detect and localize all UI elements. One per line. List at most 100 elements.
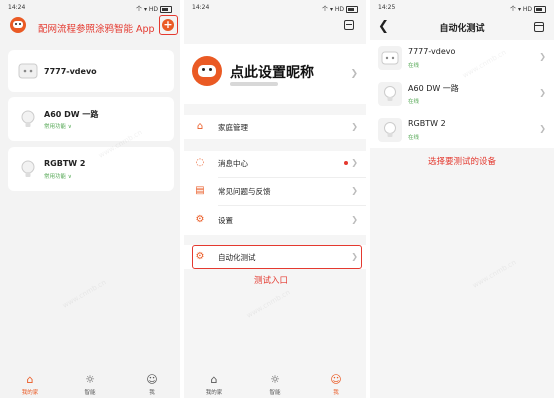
status-time: 14:25 [378, 4, 396, 11]
status-bar: 14:24 个 ▾ HD [184, 0, 366, 14]
menu-label: 家庭管理 [218, 123, 248, 132]
socket-icon [18, 63, 38, 79]
device-name: A60 DW 一路 [44, 110, 99, 119]
socket-icon [378, 46, 402, 70]
status-indicators: 个 ▾ HD [510, 4, 546, 13]
menu-group: ⌂ 家庭管理 ❯ [184, 115, 366, 139]
bulb-icon [378, 118, 402, 142]
menu-item-message-center[interactable]: ◌ 消息中心 ❯ [184, 151, 366, 175]
device-name: 7777-vdevo [408, 47, 456, 56]
device-status: 在线 [408, 63, 420, 69]
annotation-network-config: 配网流程参照涂鸦智能 App [38, 24, 155, 35]
annotation-test-entry: 测试入口 [254, 276, 289, 286]
menu-item-settings[interactable]: ⚙ 设置 ❯ [184, 208, 366, 232]
divider [218, 177, 366, 178]
unread-dot [344, 161, 348, 165]
watermark: www.cnmb.cn [245, 288, 292, 320]
add-device-highlight: + [159, 15, 178, 35]
battery-icon [534, 6, 546, 13]
chevron-right-icon: ❯ [351, 122, 358, 131]
watermark: www.cnmb.cn [61, 278, 108, 310]
page-title: 自动化测试 [439, 24, 485, 34]
battery-icon [346, 6, 358, 13]
user-icon: ☺ [146, 373, 158, 386]
tab-smart[interactable]: ☼ 智能 [255, 373, 295, 397]
device-list: 7777-vdevo 在线 ❯ A60 DW 一路 在线 ❯ RGBTW 2 在… [370, 40, 554, 148]
battery-icon [160, 6, 172, 13]
status-indicators: 个 ▾ HD [322, 4, 358, 13]
avatar[interactable] [192, 56, 222, 86]
tab-me[interactable]: ☺ 我 [316, 373, 356, 397]
menu-label: 常见问题与反馈 [218, 187, 271, 196]
status-bar: 14:24 个 ▾ HD [0, 0, 180, 14]
device-name: RGBTW 2 [44, 159, 86, 168]
status-signal: 个 ▾ HD [322, 6, 344, 13]
list-item[interactable]: A60 DW 一路 在线 ❯ [370, 76, 554, 112]
menu-item-faq-feedback[interactable]: ▤ 常见问题与反馈 ❯ [184, 179, 366, 203]
chevron-right-icon: ❯ [351, 215, 358, 224]
scan-icon[interactable] [344, 20, 354, 30]
status-signal: 个 ▾ HD [136, 6, 158, 13]
device-card[interactable]: RGBTW 2 常用功能 ∨ [8, 147, 174, 191]
app-logo-icon [10, 17, 26, 33]
chevron-right-icon: ❯ [539, 52, 546, 61]
tab-bar: ⌂ 我的家 ☼ 智能 ☺ 我 [0, 370, 180, 398]
device-name: RGBTW 2 [408, 119, 446, 128]
status-bar: 14:25 个 ▾ HD [370, 0, 554, 14]
user-icon: ☺ [330, 373, 342, 386]
status-indicators: 个 ▾ HD [136, 4, 172, 13]
profile-screen: 14:24 个 ▾ HD 点此设置昵称 ❯ ⌂ 家庭管理 ❯ ◌ 消息中心 ❯ … [184, 0, 366, 398]
tab-home[interactable]: ⌂ 我的家 [10, 373, 50, 397]
watermark: www.cnmb.cn [471, 258, 518, 290]
divider [218, 205, 366, 206]
device-card[interactable]: 7777-vdevo [8, 50, 174, 92]
nav-bar: ❮ 自动化测试 [370, 14, 554, 42]
device-name: A60 DW 一路 [408, 84, 459, 93]
menu-label: 设置 [218, 216, 233, 225]
list-item[interactable]: 7777-vdevo 在线 ❯ [370, 40, 554, 76]
account-info-blurred [230, 82, 278, 86]
tab-home[interactable]: ⌂ 我的家 [194, 373, 234, 397]
profile-header[interactable]: 点此设置昵称 ❯ [184, 44, 366, 104]
tab-label: 我 [333, 390, 339, 396]
status-time: 14:24 [192, 4, 210, 11]
tab-label: 智能 [269, 390, 281, 396]
tab-label: 我的家 [21, 390, 39, 396]
chevron-right-icon: ❯ [539, 88, 546, 97]
home-icon: ⌂ [26, 373, 34, 386]
home-icon: ⌂ [196, 121, 204, 132]
device-card[interactable]: A60 DW 一路 常用功能 ∨ [8, 97, 174, 141]
status-time: 14:24 [8, 4, 26, 11]
home-screen: 14:24 个 ▾ HD 配网流程参照涂鸦智能 App + 7777-vdevo… [0, 0, 180, 398]
device-name: 7777-vdevo [44, 67, 97, 76]
tab-label: 我 [149, 390, 155, 396]
nickname-label[interactable]: 点此设置昵称 [230, 62, 314, 82]
menu-group: ◌ 消息中心 ❯ ▤ 常见问题与反馈 ❯ ⚙ 设置 ❯ [184, 151, 366, 235]
book-icon: ▤ [195, 185, 205, 196]
device-status: 在线 [408, 99, 420, 105]
chevron-right-icon: ❯ [351, 158, 358, 167]
device-quick-functions[interactable]: 常用功能 ∨ [44, 172, 72, 180]
menu-label: 消息中心 [218, 159, 248, 168]
message-icon: ◌ [195, 157, 205, 168]
bulb-icon [378, 82, 402, 106]
sun-icon: ☼ [270, 373, 280, 386]
automation-test-screen: 14:25 个 ▾ HD ❮ 自动化测试 7777-vdevo 在线 ❯ A60… [370, 0, 554, 398]
tab-bar: ⌂ 我的家 ☼ 智能 ☺ 我 [184, 370, 366, 398]
automation-test-highlight [192, 245, 362, 269]
home-icon: ⌂ [210, 373, 218, 386]
add-device-button[interactable]: + [162, 18, 174, 31]
list-item[interactable]: RGBTW 2 在线 ❯ [370, 112, 554, 148]
tab-label: 智能 [84, 390, 96, 396]
chevron-right-icon: ❯ [539, 124, 546, 133]
device-quick-functions[interactable]: 常用功能 ∨ [44, 122, 72, 130]
chevron-right-icon: ❯ [350, 69, 358, 79]
tab-smart[interactable]: ☼ 智能 [70, 373, 110, 397]
chevron-right-icon: ❯ [351, 186, 358, 195]
tab-me[interactable]: ☺ 我 [132, 373, 172, 397]
settings-icon: ⚙ [195, 214, 205, 225]
menu-item-home-management[interactable]: ⌂ 家庭管理 ❯ [184, 115, 366, 139]
annotation-select-device: 选择要测试的设备 [427, 157, 496, 167]
calendar-icon[interactable] [534, 22, 544, 32]
sun-icon: ☼ [85, 373, 95, 386]
